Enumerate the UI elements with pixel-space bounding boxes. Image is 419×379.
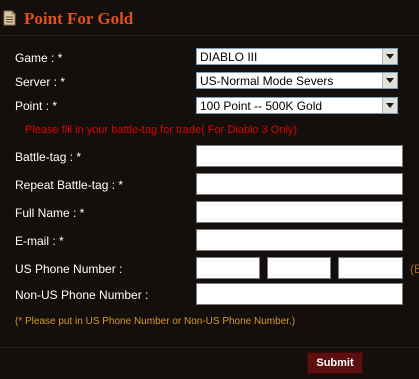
us-phone-extension-label: (E [410,262,419,276]
us-phone-label: US Phone Number : [15,262,123,276]
server-label: Server : * [15,75,66,89]
document-icon [3,10,16,26]
chevron-down-icon[interactable] [382,98,397,113]
full-name-label: Full Name : * [15,206,85,220]
point-select[interactable]: 100 Point -- 500K Gold [196,97,398,114]
battle-tag-input[interactable] [196,145,403,167]
page-title: Point For Gold [24,9,134,28]
server-select-value: US-Normal Mode Severs [200,74,334,88]
point-select-value: 100 Point -- 500K Gold [200,99,323,113]
battle-tag-hint: Please fill in your battle-tag for trade… [25,124,298,136]
repeat-battle-tag-label: Repeat Battle-tag : * [15,178,124,192]
battle-tag-label: Battle-tag : * [15,150,82,164]
non-us-phone-label: Non-US Phone Number : [15,288,149,302]
chevron-down-icon[interactable] [382,73,397,88]
game-select-value: DIABLO III [200,50,258,64]
game-label: Game : * [15,51,63,65]
us-phone-area-input[interactable] [196,257,260,279]
full-name-input[interactable] [196,201,403,223]
non-us-phone-input[interactable] [196,283,403,305]
server-select[interactable]: US-Normal Mode Severs [196,72,398,89]
submit-button[interactable]: Submit [307,352,363,374]
email-input[interactable] [196,229,403,251]
email-label: E-mail : * [15,234,64,248]
game-select[interactable]: DIABLO III [196,48,398,65]
chevron-down-icon[interactable] [382,49,397,64]
us-phone-line-input[interactable] [338,257,403,279]
footer-divider [0,347,419,348]
phone-note: (* Please put in US Phone Number or Non-… [15,316,296,327]
page-header: Point For Gold [0,0,419,40]
us-phone-prefix-input[interactable] [267,257,331,279]
point-label: Point : * [15,99,58,113]
header-divider [0,35,419,36]
repeat-battle-tag-input[interactable] [196,173,403,195]
